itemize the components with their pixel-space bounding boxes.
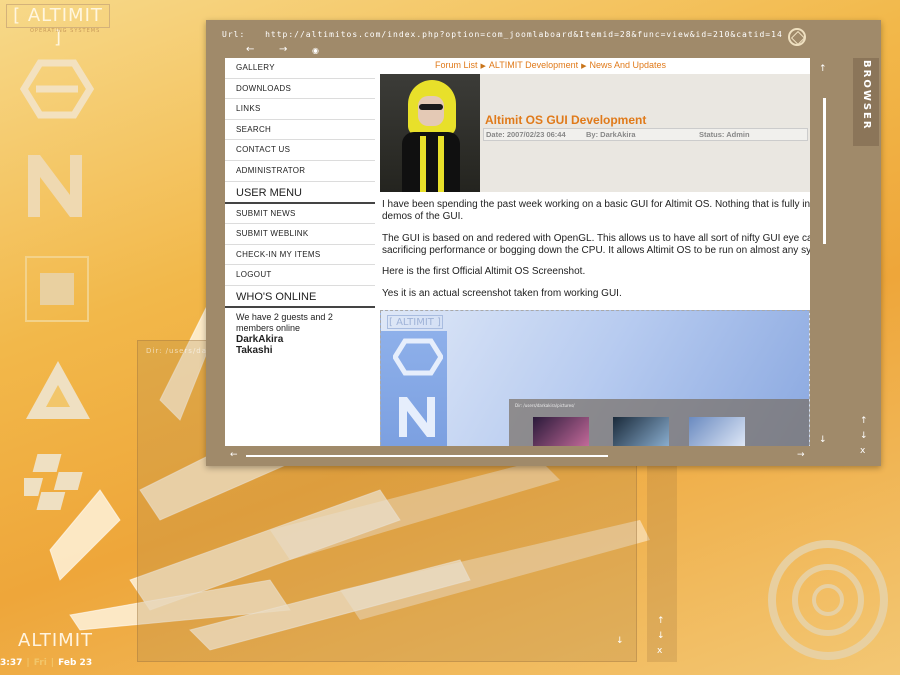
horizontal-scrollbar-thumb[interactable] [246,455,608,457]
scroll-down-icon[interactable]: ↓ [819,435,827,445]
scroll-up-icon[interactable]: ↑ [819,64,827,74]
secondary-panel-down-icon[interactable]: ↓ [657,631,665,641]
altimit-brand-logo: [ ALTIMIT ] [6,4,110,48]
panel-close-icon[interactable]: x [860,446,865,456]
clock-time: 3:37 [0,658,23,668]
secondary-panel-close-icon[interactable]: x [657,646,662,656]
aperture-icon[interactable] [812,584,844,616]
screenshot-window-url: Dir: /users/darkakira/pictures/ [515,403,575,408]
online-member[interactable]: Takashi [225,345,375,356]
post-meta-row: Date: 2007/02/23 06:44 By: DarkAkira Sta… [483,128,808,141]
post-paragraph: sacrificing performance or bogging down … [382,245,810,256]
menu-item-downloads[interactable]: DOWNLOADS [225,79,375,100]
recycle-icon[interactable] [788,28,806,46]
secondary-panel-up-icon[interactable]: ↑ [657,616,665,626]
online-member[interactable]: DarkAkira [225,334,375,345]
clock-day: Fri [33,658,47,668]
forum-post-area: Forum List ▶ ALTIMIT Development ▶ News And … [380,58,810,446]
breadcrumb-altimit-development[interactable]: ALTIMIT Development [489,60,578,70]
post-paragraph: Here is the first Official Altimit OS Sc… [382,266,586,277]
screenshot-dock-icons [393,338,443,437]
menu-item-search[interactable]: SEARCH [225,120,375,141]
screenshot-thumbnail [613,417,669,446]
post-author: By: DarkAkira [586,130,636,139]
screenshot-thumbnail [533,417,589,446]
refresh-icon[interactable]: ◉ [312,46,319,55]
browser-side-label: BROWSER [861,60,872,131]
url-bar[interactable]: Url: http://altimitos.com/index.php?opti… [222,30,783,39]
menu-item-administrator[interactable]: ADMINISTRATOR [225,161,375,182]
scroll-left-icon[interactable]: ← [230,450,238,460]
vertical-scrollbar-thumb[interactable] [823,98,826,244]
post-paragraph: Yes it is an actual screenshot taken fro… [382,288,622,299]
menu-item-contact-us[interactable]: CONTACT US [225,140,375,161]
breadcrumb-forum-list[interactable]: Forum List [435,60,478,70]
url-label: Url: [222,30,246,39]
breadcrumb-news-and-updates[interactable]: News And Updates [590,60,667,70]
main-menu: GALLERY DOWNLOADS LINKS SEARCH CONTACT U… [225,58,375,182]
menu-item-gallery[interactable]: GALLERY [225,58,375,79]
site-left-column: GALLERY DOWNLOADS LINKS SEARCH CONTACT U… [225,58,375,446]
post-paragraph: The GUI is based on and redered with Ope… [382,233,810,244]
secondary-window-url: Dir: /users/dar [146,347,211,355]
panel-down-icon[interactable]: ↓ [860,431,868,441]
post-title: Altimit OS GUI Development [485,113,647,127]
taskbar-clock: 3:37 | Fri | Feb 23 [0,658,93,668]
back-arrow-icon[interactable]: ← [246,44,254,55]
menu-item-submit-news[interactable]: SUBMIT NEWS [225,204,375,225]
post-paragraph: demos of the GUI. [382,211,464,222]
whos-online-title: WHO'S ONLINE [225,286,375,308]
post-date: Date: 2007/02/23 06:44 [486,130,566,139]
clock-date: Feb 23 [58,658,93,668]
scroll-right-icon[interactable]: → [797,450,805,460]
whos-online-text: We have 2 guests and 2 members online [236,311,333,333]
author-avatar-photo [380,74,480,192]
menu-item-links[interactable]: LINKS [225,99,375,120]
post-paragraph: I have been spending the past week worki… [382,199,810,210]
forward-arrow-icon[interactable]: → [279,44,287,55]
hexagon-icon[interactable] [20,59,95,119]
dock-brand-logo: ALTIMIT [18,630,94,651]
menu-item-logout[interactable]: LOGOUT [225,265,375,286]
url-text[interactable]: http://altimitos.com/index.php?option=co… [265,30,783,39]
web-page-viewport[interactable]: GALLERY DOWNLOADS LINKS SEARCH CONTACT U… [225,58,810,446]
menu-item-submit-weblink[interactable]: SUBMIT WEBLINK [225,224,375,245]
brand-subtitle: OPERATING SYSTEMS [30,28,101,34]
post-status: Status: Admin [699,130,750,139]
user-menu-title: USER MENU [225,182,375,204]
screenshot-thumbnail [689,417,745,446]
breadcrumb: Forum List ▶ ALTIMIT Development ▶ News And … [435,60,667,70]
menu-item-check-in[interactable]: CHECK-IN MY ITEMS [225,245,375,266]
secondary-scroll-down-icon[interactable]: ↓ [616,636,624,646]
embedded-os-screenshot: [ ALTIMIT ] Dir: /users/darkakira/pictur… [380,310,810,446]
panel-up-icon[interactable]: ↑ [860,416,868,426]
screenshot-brand: [ ALTIMIT ] [387,315,443,329]
